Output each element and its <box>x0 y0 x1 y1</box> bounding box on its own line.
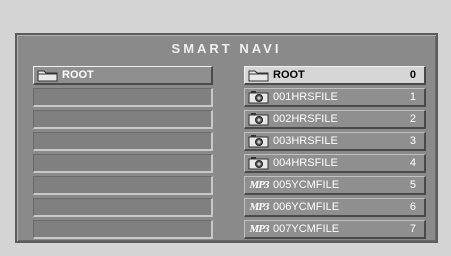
file-list-panel: ROOT 0 001HRSFILE 1 002HRSFILE 2 003HRSF… <box>244 66 426 242</box>
camera-icon <box>248 134 270 149</box>
file-item-number: 5 <box>409 179 416 191</box>
tree-item-label: ROOT <box>62 69 94 81</box>
mp3-icon: MP3 <box>249 223 270 235</box>
smart-navi-window: SMART NAVI ROOT ROOT 0 001HRSFILE 1 002H… <box>15 33 438 243</box>
file-item-number: 6 <box>409 201 416 213</box>
window-title: SMART NAVI <box>171 41 282 56</box>
file-item-number: 7 <box>409 223 416 235</box>
file-item-number: 1 <box>409 91 416 103</box>
empty-slot <box>33 176 213 195</box>
file-item[interactable]: 002HRSFILE 2 <box>244 110 426 129</box>
file-item-label: 005YCMFILE <box>273 179 340 191</box>
file-item-label: 006YCMFILE <box>273 201 340 213</box>
file-item[interactable]: 001HRSFILE 1 <box>244 88 426 107</box>
file-item-label: 004HRSFILE <box>273 157 338 169</box>
empty-slot <box>33 110 213 129</box>
file-item[interactable]: 004HRSFILE 4 <box>244 154 426 173</box>
folder-icon <box>37 68 59 83</box>
camera-icon <box>248 90 270 105</box>
camera-icon <box>248 112 270 127</box>
folder-tree-panel: ROOT <box>33 66 213 242</box>
file-item[interactable]: MP3 005YCMFILE 5 <box>244 176 426 195</box>
file-item-number: 4 <box>409 157 416 169</box>
file-item[interactable]: 003HRSFILE 3 <box>244 132 426 151</box>
file-item-label: ROOT <box>273 69 305 81</box>
file-item[interactable]: MP3 007YCMFILE 7 <box>244 220 426 239</box>
empty-slot <box>33 132 213 151</box>
mp3-icon: MP3 <box>249 201 270 213</box>
file-item-label: 001HRSFILE <box>273 91 338 103</box>
file-item-label: 007YCMFILE <box>273 223 340 235</box>
empty-slot <box>33 198 213 217</box>
empty-slot <box>33 154 213 173</box>
file-item-label: 002HRSFILE <box>273 113 338 125</box>
file-item-label: 003HRSFILE <box>273 135 338 147</box>
file-item-number: 0 <box>409 69 416 81</box>
file-item-root[interactable]: ROOT 0 <box>244 66 426 85</box>
mp3-icon: MP3 <box>249 179 270 191</box>
file-item[interactable]: MP3 006YCMFILE 6 <box>244 198 426 217</box>
empty-slot <box>33 88 213 107</box>
tree-item-root[interactable]: ROOT <box>33 66 213 85</box>
folder-icon <box>248 68 270 83</box>
empty-slot <box>33 220 213 239</box>
file-item-number: 3 <box>409 135 416 147</box>
camera-icon <box>248 156 270 171</box>
file-item-number: 2 <box>409 113 416 125</box>
